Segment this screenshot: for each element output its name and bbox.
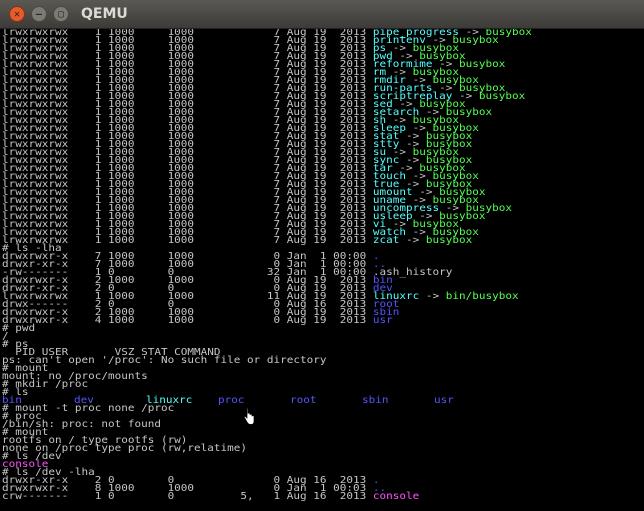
ls-entry: usr [434, 394, 454, 406]
minimize-icon[interactable]: – [31, 6, 47, 22]
hand-cursor-icon [244, 408, 254, 425]
terminal-entry: -> [419, 290, 446, 302]
terminal-line: drwxrwxr-x 4 1000 1000 0 Aug 19 2013 usr [2, 314, 644, 326]
terminal-entry: busybox [458, 58, 506, 70]
terminal-line: crw------- 1 0 0 5, 1 Aug 16 2013 consol… [2, 490, 644, 502]
ls-entry: root [290, 394, 317, 406]
terminal-line: ps: can't open '/proc': No such file or … [2, 354, 644, 366]
qemu-window: ✕ – ▢ QEMU lrwxrwxrwx 1 1000 1000 7 Aug … [0, 0, 644, 511]
window-title: QEMU [81, 6, 128, 22]
title-bar: ✕ – ▢ QEMU [0, 0, 644, 29]
maximize-icon[interactable]: ▢ [53, 6, 69, 22]
terminal-entry: usr [372, 314, 393, 326]
terminal-line-text: drwxrwxr-x 4 1000 1000 0 Aug 19 2013 [2, 314, 373, 326]
terminal-line: console [2, 459, 644, 468]
terminal-entry: console [372, 490, 420, 502]
terminal-line-text: ps: can't open '/proc': No such file or … [2, 354, 327, 366]
terminal-entry: busybox [452, 34, 499, 46]
terminal-screen[interactable]: lrwxrwxrwx 1 1000 1000 7 Aug 19 2013 pip… [2, 29, 644, 511]
terminal-entry: -> [399, 234, 426, 246]
terminal-line: none on /proc type proc (rw,relatime) [2, 443, 644, 452]
terminal-entry: busybox [478, 90, 526, 102]
terminal-line: # mount -t proc none /proc [2, 403, 644, 412]
terminal-line: # ls [2, 387, 644, 396]
terminal-line-text: crw------- 1 0 0 5, 1 Aug 16 2013 [2, 490, 373, 502]
terminal-line: /bin/sh: proc: not found [2, 419, 644, 428]
terminal-entry: bin/busybox [445, 290, 519, 302]
terminal-line: lrwxrwxrwx 1 1000 1000 7 Aug 19 2013 zca… [2, 234, 644, 246]
terminal-entry: zcat [372, 234, 400, 246]
terminal-line: mount: no /proc/mounts [2, 371, 644, 380]
terminal-line: / [2, 331, 644, 340]
close-icon[interactable]: ✕ [9, 6, 25, 22]
terminal-line: # ls /dev [2, 451, 644, 460]
ls-entry: sbin [362, 394, 389, 406]
ls-entry: proc [218, 394, 245, 406]
terminal-line: # pwd [2, 323, 644, 332]
terminal-line: # mkdir /proc [2, 379, 644, 388]
terminal-entry: busybox [425, 234, 473, 246]
